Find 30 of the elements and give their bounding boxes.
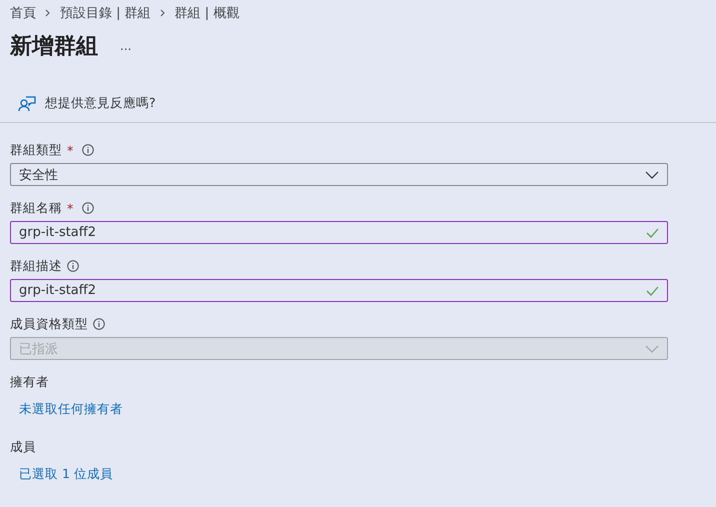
selection-link[interactable]: 已選取 1 位成員 bbox=[19, 466, 668, 483]
checkmark-icon bbox=[646, 286, 659, 296]
field-label: 群組名稱 bbox=[10, 200, 62, 216]
breadcrumb-link[interactable]: 首頁 bbox=[10, 4, 36, 22]
field-label: 成員資格類型 bbox=[10, 316, 88, 332]
selection-link[interactable]: 未選取任何擁有者 bbox=[19, 401, 668, 418]
page-title: 新增群組 bbox=[10, 33, 98, 61]
input-field[interactable]: grp-it-staff2 bbox=[10, 279, 668, 302]
field-label: 群組類型 bbox=[10, 142, 62, 158]
field-label: 群組描述 bbox=[10, 258, 62, 274]
info-icon bbox=[82, 144, 94, 156]
info-icon bbox=[82, 202, 94, 214]
feedback-icon bbox=[18, 95, 36, 112]
info-icon bbox=[67, 260, 79, 272]
dropdown[interactable]: 安全性 bbox=[10, 163, 668, 186]
chevron-icon bbox=[160, 9, 166, 17]
chevron-icon bbox=[45, 9, 51, 17]
required-asterisk: * bbox=[67, 142, 74, 158]
section-label: 成員 bbox=[10, 439, 37, 455]
info-icon bbox=[93, 318, 105, 330]
chevron-down-icon bbox=[645, 344, 659, 352]
breadcrumb-link[interactable]: 預設目錄 | 群組 bbox=[60, 4, 151, 22]
required-asterisk: * bbox=[67, 200, 74, 216]
input-field[interactable]: grp-it-staff2 bbox=[10, 221, 668, 244]
feedback-link[interactable]: 想提供意見反應嗎? bbox=[45, 95, 156, 112]
breadcrumb-link[interactable]: 群組 | 概觀 bbox=[174, 4, 240, 22]
chevron-down-icon bbox=[645, 170, 659, 178]
section-label: 擁有者 bbox=[10, 374, 50, 390]
more-button[interactable]: ... bbox=[120, 39, 132, 53]
checkmark-icon bbox=[646, 228, 659, 238]
